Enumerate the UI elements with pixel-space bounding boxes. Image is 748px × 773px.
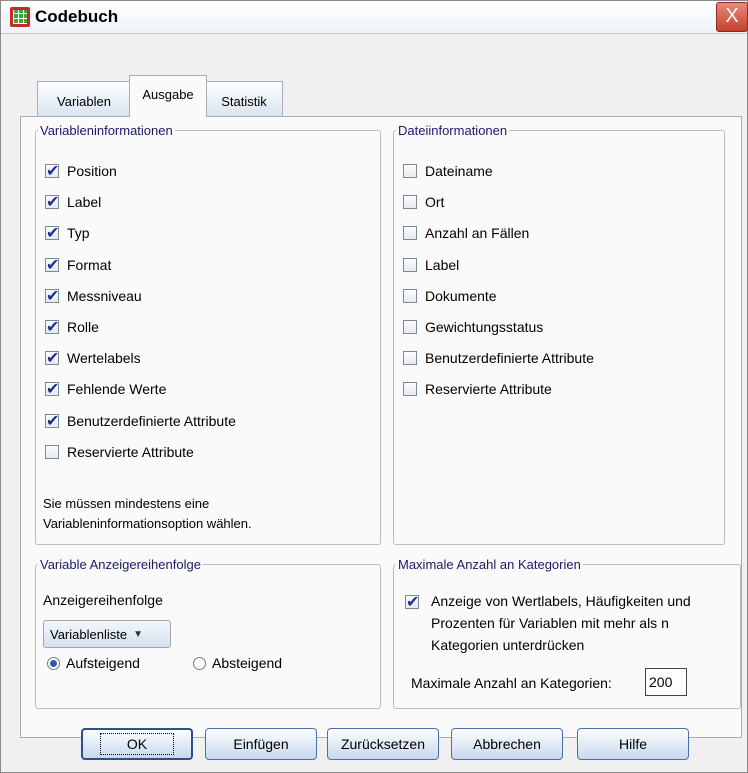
variable-info-checkbox-2[interactable]: Typ: [45, 222, 90, 244]
radio-descending-label: Absteigend: [212, 655, 283, 671]
radio-ascending-label: Aufsteigend: [66, 655, 140, 671]
variable-info-checkbox-3[interactable]: Format: [45, 254, 111, 276]
display-order-dropdown[interactable]: Variablenliste ▼: [43, 620, 171, 648]
title-bar: Codebuch X: [1, 1, 748, 34]
suppress-categories-checkbox[interactable]: [405, 591, 427, 613]
variable-info-check-4[interactable]: [45, 286, 59, 306]
variable-info-note-line2: Variableninformationsoption wählen.: [43, 516, 252, 531]
file-info-check-6[interactable]: [403, 351, 417, 366]
variable-info-note-line1: Sie müssen mindestens eine: [43, 496, 210, 511]
radio-ascending-indicator[interactable]: [47, 656, 60, 670]
file-info-legend: Dateiinformationen: [398, 123, 508, 138]
file-info-checkbox-1[interactable]: Ort: [403, 191, 444, 213]
file-info-label-6: Benutzerdefinierte Attribute: [425, 350, 594, 367]
spss-table-icon: [10, 7, 30, 27]
variable-info-check-1[interactable]: [45, 192, 59, 212]
cancel-button[interactable]: Abbrechen: [451, 728, 563, 760]
variable-info-check-8[interactable]: [45, 411, 59, 431]
suppress-line1: Anzeige von Wertlabels, Häufigkeiten und: [431, 593, 691, 609]
suppress-categories-check[interactable]: [405, 592, 419, 612]
max-categories-legend: Maximale Anzahl an Kategorien: [398, 557, 581, 572]
variable-info-label-3: Format: [67, 256, 112, 273]
file-info-label-7: Reservierte Attribute: [425, 381, 552, 398]
file-info-check-0[interactable]: [403, 164, 417, 178]
variable-info-check-9[interactable]: [45, 444, 59, 459]
variable-info-check-6[interactable]: [45, 348, 59, 368]
max-categories-label: Maximale Anzahl an Kategorien:: [411, 675, 612, 691]
variable-info-label-1: Label: [67, 194, 102, 211]
file-info-check-1[interactable]: [403, 195, 417, 210]
file-info-check-2[interactable]: [403, 226, 417, 241]
variable-info-label-9: Reservierte Attribute: [67, 443, 194, 460]
variable-info-checkbox-7[interactable]: Fehlende Werte: [45, 378, 166, 400]
file-info-check-3[interactable]: [403, 257, 417, 272]
file-info-checkbox-5[interactable]: Gewichtungsstatus: [403, 316, 543, 338]
display-order-legend: Variable Anzeigereihenfolge: [40, 557, 201, 572]
variable-info-label-5: Rolle: [67, 319, 99, 335]
window-title: Codebuch: [35, 7, 119, 26]
tab-variablen[interactable]: Variablen: [37, 81, 131, 116]
file-info-label-3: Label: [425, 256, 460, 273]
file-info-label-5: Gewichtungsstatus: [425, 319, 544, 335]
variable-info-check-2[interactable]: [45, 223, 59, 243]
file-info-label-4: Dokumente: [425, 287, 497, 304]
suppress-line2: Prozenten für Variablen mit mehr als n: [431, 615, 669, 631]
codebook-dialog: Codebuch X Variablen Ausgabe Statistik V…: [0, 0, 748, 773]
ok-button-label: OK: [99, 733, 175, 755]
variable-info-checkbox-5[interactable]: Rolle: [45, 316, 99, 338]
paste-button[interactable]: Einfügen: [205, 728, 317, 760]
radio-descending[interactable]: Absteigend: [193, 653, 282, 673]
variable-info-label-0: Position: [67, 163, 117, 179]
help-button[interactable]: Hilfe: [577, 728, 689, 760]
suppress-line3: Kategorien unterdrücken: [431, 637, 585, 653]
variable-info-check-7[interactable]: [45, 379, 59, 399]
variable-info-checkbox-0[interactable]: Position: [45, 160, 117, 182]
tab-ausgabe[interactable]: Ausgabe: [129, 75, 207, 117]
variable-info-check-3[interactable]: [45, 255, 59, 275]
file-info-check-7[interactable]: [403, 382, 417, 397]
variable-info-checkbox-8[interactable]: Benutzerdefinierte Attribute: [45, 410, 236, 432]
file-info-check-4[interactable]: [403, 288, 417, 303]
close-button[interactable]: X: [716, 2, 748, 32]
variable-info-label-7: Fehlende Werte: [67, 381, 167, 398]
variable-info-checkbox-9[interactable]: Reservierte Attribute: [45, 441, 194, 463]
variable-info-checkbox-1[interactable]: Label: [45, 191, 101, 213]
variable-info-checkbox-6[interactable]: Wertelabels: [45, 347, 141, 369]
file-info-checkbox-4[interactable]: Dokumente: [403, 285, 497, 307]
file-info-check-5[interactable]: [403, 320, 417, 334]
file-info-label-2: Anzahl an Fällen: [425, 225, 530, 242]
variable-info-check-0[interactable]: [45, 161, 59, 181]
display-order-label: Anzeigereihenfolge: [43, 592, 163, 608]
variable-info-label-8: Benutzerdefinierte Attribute: [67, 412, 236, 429]
variable-info-label-4: Messniveau: [67, 287, 142, 304]
variable-info-check-5[interactable]: [45, 317, 59, 337]
radio-ascending[interactable]: Aufsteigend: [47, 653, 140, 673]
display-order-dropdown-value: Variablenliste: [50, 626, 128, 642]
file-info-checkbox-2[interactable]: Anzahl an Fällen: [403, 222, 529, 244]
reset-button[interactable]: Zurücksetzen: [327, 728, 439, 760]
variable-info-label-6: Wertelabels: [67, 350, 141, 367]
variable-info-checkbox-4[interactable]: Messniveau: [45, 285, 142, 307]
max-categories-input[interactable]: [645, 668, 687, 696]
file-info-label-1: Ort: [425, 194, 445, 211]
ok-button[interactable]: OK: [81, 728, 193, 760]
file-info-checkbox-6[interactable]: Benutzerdefinierte Attribute: [403, 347, 594, 369]
variable-info-label-2: Typ: [67, 225, 90, 242]
tab-statistik[interactable]: Statistik: [205, 81, 283, 116]
radio-descending-indicator[interactable]: [193, 656, 206, 670]
chevron-down-icon: ▼: [133, 628, 143, 640]
variable-info-legend: Variableninformationen: [40, 123, 173, 138]
file-info-checkbox-7[interactable]: Reservierte Attribute: [403, 378, 552, 400]
file-info-checkbox-3[interactable]: Label: [403, 254, 459, 276]
file-info-checkbox-0[interactable]: Dateiname: [403, 160, 493, 182]
file-info-label-0: Dateiname: [425, 163, 493, 179]
